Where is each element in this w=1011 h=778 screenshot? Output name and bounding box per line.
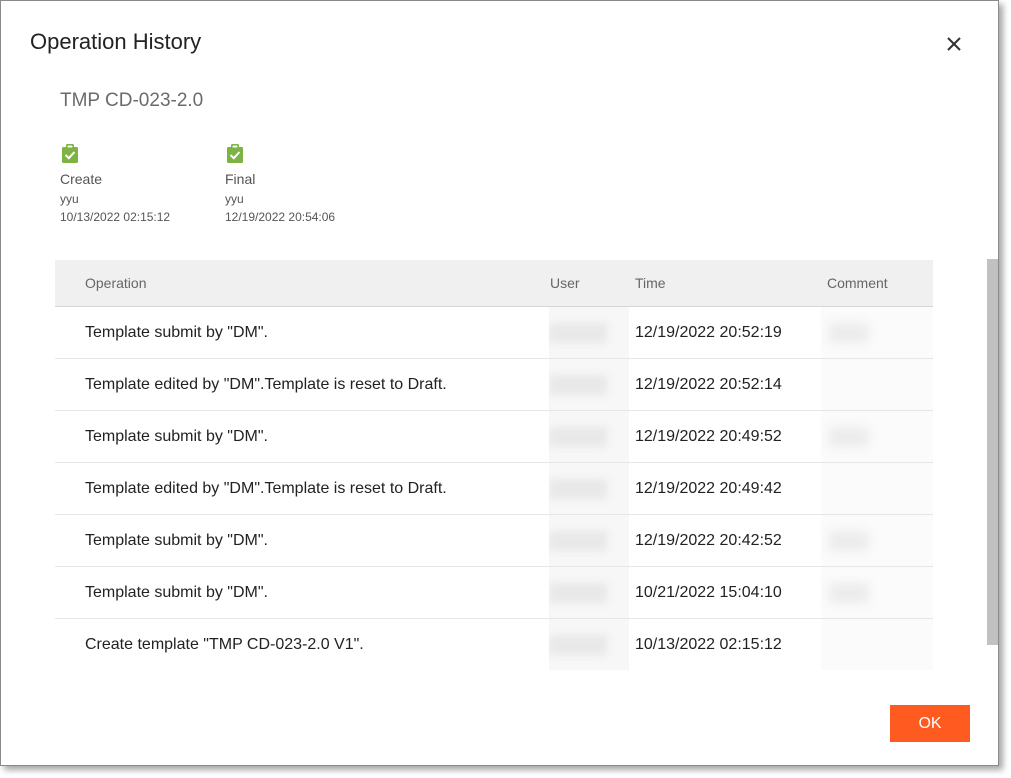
column-header-user[interactable]: User <box>549 260 629 307</box>
user-cell <box>549 618 629 670</box>
comment-cell <box>821 618 933 670</box>
table-header-row: Operation User Time Comment <box>55 260 933 307</box>
redacted-user <box>549 322 607 343</box>
column-header-comment[interactable]: Comment <box>821 260 933 307</box>
operation-cell: Template submit by "DM". <box>55 306 549 359</box>
dialog-content: TMP CD-023-2.0 Create yyu 10/13/2022 02:… <box>1 81 998 671</box>
user-cell <box>549 410 629 463</box>
comment-cell <box>821 514 933 567</box>
table-row: Template submit by "DM". 12/19/2022 20:5… <box>55 306 933 359</box>
operation-history-dialog: Operation History TMP CD-023-2.0 Create … <box>0 0 999 766</box>
table-row: Template edited by "DM".Template is rese… <box>55 358 933 411</box>
time-cell: 12/19/2022 20:49:42 <box>629 462 821 515</box>
time-cell: 10/13/2022 02:15:12 <box>635 635 782 653</box>
step-create: Create yyu 10/13/2022 02:15:12 <box>60 143 170 224</box>
user-cell <box>549 566 629 619</box>
operation-cell: Template submit by "DM". <box>55 566 549 619</box>
comment-cell <box>821 306 933 359</box>
table-row: Template submit by "DM". 12/19/2022 20:4… <box>55 514 933 567</box>
redacted-comment <box>829 322 869 343</box>
comment-cell <box>821 566 933 619</box>
user-cell <box>549 358 629 411</box>
step-user: yyu <box>60 192 79 206</box>
close-icon <box>947 37 961 51</box>
operation-cell: Template submit by "DM". <box>55 514 549 567</box>
redacted-comment <box>829 426 869 447</box>
comment-cell <box>821 410 933 463</box>
ok-button[interactable]: OK <box>890 705 970 742</box>
step-label: Create <box>60 171 103 187</box>
table-row: Template submit by "DM". 10/21/2022 15:0… <box>55 566 933 619</box>
redacted-comment <box>829 582 869 603</box>
table-row: Create template "TMP CD-023-2.0 V1". 10/… <box>55 618 933 670</box>
redacted-user <box>549 530 607 551</box>
redacted-user <box>549 478 607 499</box>
history-table: Operation User Time Comment Template sub… <box>55 260 933 670</box>
step-time: 10/13/2022 02:15:12 <box>60 210 171 224</box>
step-user: yyu <box>225 192 244 206</box>
step-time: 12/19/2022 20:54:06 <box>225 210 336 224</box>
redacted-comment <box>829 530 869 551</box>
user-cell <box>549 514 629 567</box>
user-cell <box>549 462 629 515</box>
column-header-time[interactable]: Time <box>629 260 821 307</box>
operation-cell: Template edited by "DM".Template is rese… <box>55 462 549 515</box>
user-cell <box>549 306 629 359</box>
time-cell: 12/19/2022 20:42:52 <box>629 514 821 567</box>
clipboard-check-icon <box>227 144 243 163</box>
operation-cell: Template edited by "DM".Template is rese… <box>55 358 549 411</box>
table-row: Template submit by "DM". 12/19/2022 20:4… <box>55 410 933 463</box>
time-cell: 12/19/2022 20:52:14 <box>629 358 821 411</box>
comment-cell <box>821 358 933 411</box>
step-final: Final yyu 12/19/2022 20:54:06 <box>225 143 335 224</box>
template-name: TMP CD-023-2.0 <box>60 90 204 111</box>
step-label: Final <box>225 171 256 187</box>
time-cell: 12/19/2022 20:52:19 <box>629 306 821 359</box>
redacted-user <box>549 634 607 655</box>
clipboard-check-icon <box>62 144 78 163</box>
close-button[interactable] <box>941 31 967 57</box>
comment-cell <box>821 462 933 515</box>
redacted-user <box>549 582 607 603</box>
table-row: Template edited by "DM".Template is rese… <box>55 462 933 515</box>
time-cell: 10/21/2022 15:04:10 <box>629 566 821 619</box>
redacted-user <box>549 374 607 395</box>
operation-cell: Create template "TMP CD-023-2.0 V1". <box>85 635 364 653</box>
operation-cell: Template submit by "DM". <box>55 410 549 463</box>
time-cell: 12/19/2022 20:49:52 <box>629 410 821 463</box>
scrollbar-thumb[interactable] <box>987 259 998 645</box>
column-header-operation[interactable]: Operation <box>55 260 549 307</box>
dialog-title: Operation History <box>30 29 202 54</box>
redacted-user <box>549 426 607 447</box>
